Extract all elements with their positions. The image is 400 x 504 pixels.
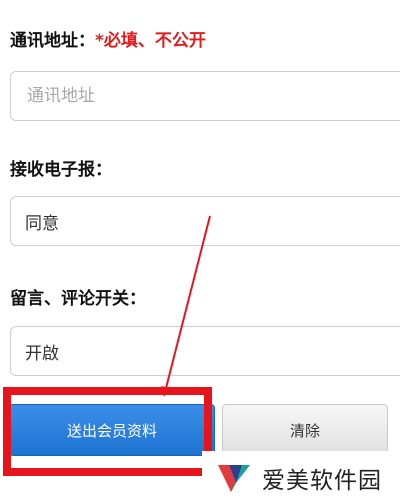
submit-button-label: 送出会员资料 [66, 421, 157, 440]
watermark: 爱美软件园 [202, 451, 400, 504]
address-field[interactable] [10, 71, 400, 121]
newsletter-select[interactable]: 同意 [10, 196, 400, 246]
address-input[interactable] [25, 85, 400, 107]
comments-toggle-label: 留言、评论开关： [10, 289, 146, 309]
clear-button-label: 清除 [289, 421, 320, 440]
newsletter-label: 接收电子报： [10, 160, 112, 180]
clear-button[interactable]: 清除 [222, 404, 388, 456]
watermark-text: 爱美软件园 [262, 467, 382, 494]
required-note: *必填、不公开 [95, 31, 206, 51]
submit-member-info-button[interactable]: 送出会员资料 [9, 404, 215, 456]
address-label-text: 通讯地址： [10, 31, 95, 51]
comments-toggle-select[interactable]: 开啟 [10, 326, 400, 376]
address-label: 通讯地址：*必填、不公开 [10, 26, 206, 51]
comments-toggle-value: 开啟 [25, 343, 59, 364]
newsletter-value: 同意 [25, 213, 59, 234]
watermark-logo-icon [218, 464, 250, 492]
